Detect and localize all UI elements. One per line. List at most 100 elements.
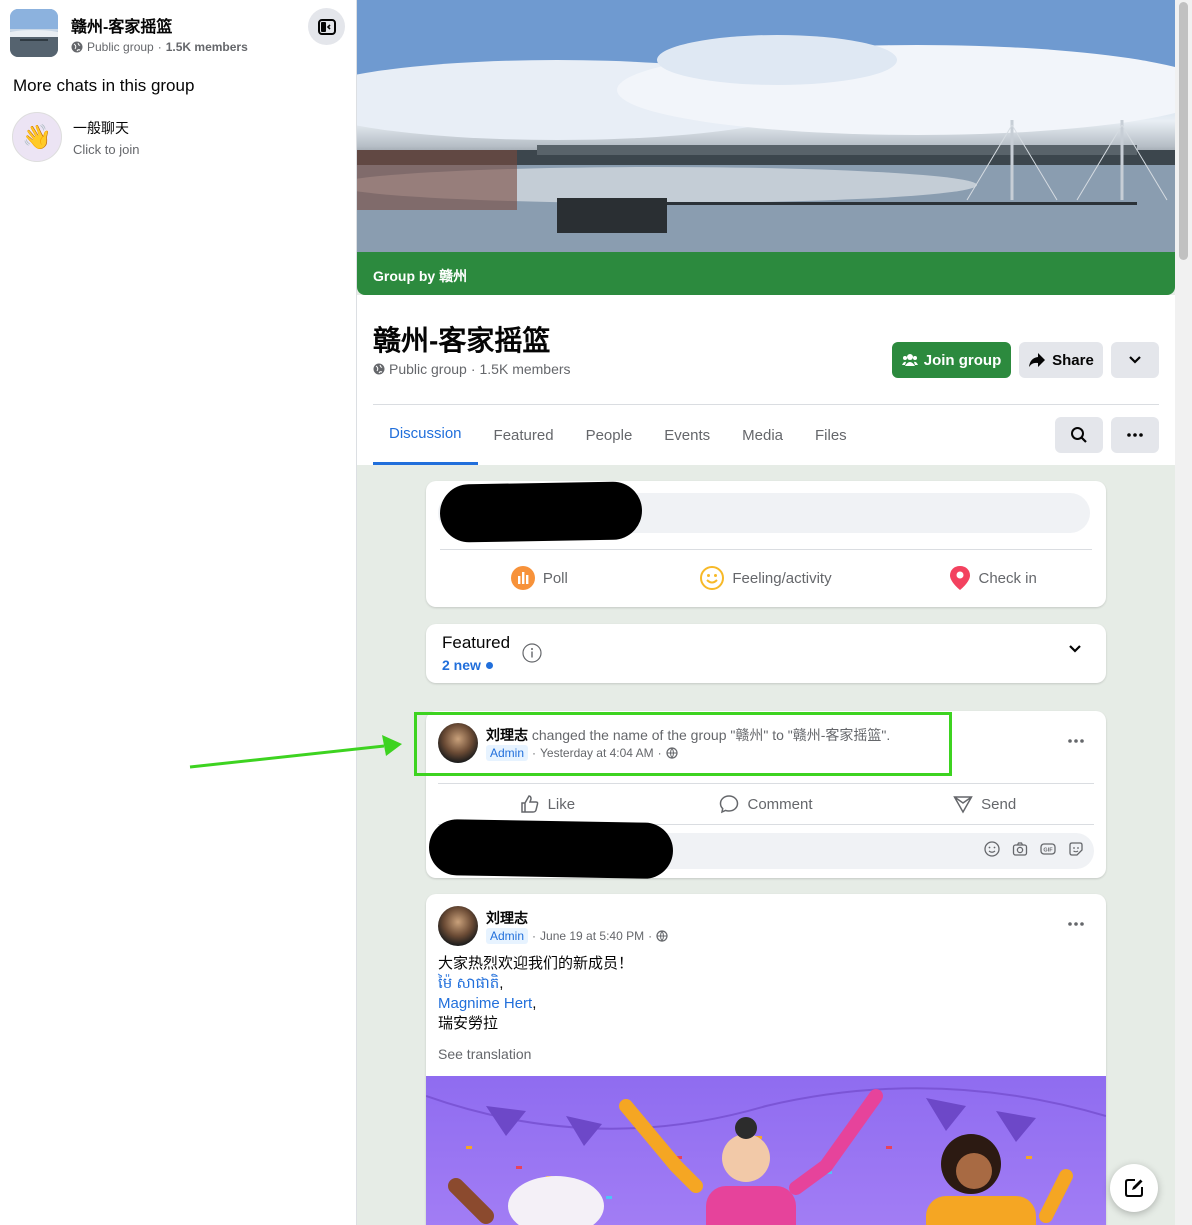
post-composer: Poll Feeling/activity Check in xyxy=(426,481,1106,607)
welcome-illustration[interactable] xyxy=(426,1076,1106,1225)
featured-new-label: 2 new xyxy=(442,657,481,673)
thumbs-up-icon xyxy=(520,795,538,813)
group-meta: Public group · 1.5K members xyxy=(373,361,571,377)
post-header-text: 刘理志 xyxy=(486,908,528,928)
sidebar-group-header[interactable]: 赣州-客家摇篮 Public group · 1.5K members xyxy=(10,8,350,58)
sidebar-group-title: 赣州-客家摇篮 xyxy=(71,18,173,36)
share-button[interactable]: Share xyxy=(1019,342,1103,378)
author-name[interactable]: 刘理志 xyxy=(486,910,528,926)
info-icon[interactable] xyxy=(522,643,542,663)
people-icon xyxy=(901,354,918,366)
camera-icon[interactable] xyxy=(1012,841,1028,857)
collapse-sidebar-button[interactable] xyxy=(308,8,345,45)
sidebar-group-meta: Public group · 1.5K members xyxy=(71,40,248,54)
post-body: 大家热烈欢迎我们的新成员！ ម៉ៃ សាផាតិ, Magnime Hert, … xyxy=(438,955,634,1032)
sticker-icon[interactable] xyxy=(1068,841,1084,857)
comment-label: Comment xyxy=(747,795,813,813)
post-time[interactable]: Yesterday at 4:04 AM xyxy=(540,746,654,760)
post-header-text: 刘理志 changed the name of the group "赣州" t… xyxy=(486,725,890,745)
post-options-button[interactable] xyxy=(1062,727,1090,755)
page-title: 赣州-客家摇篮 xyxy=(373,325,551,356)
check-in-button[interactable]: Check in xyxy=(879,561,1106,595)
sidebar-group-members: 1.5K members xyxy=(165,39,248,54)
globe-icon xyxy=(656,930,668,942)
share-label: Share xyxy=(1052,351,1094,369)
chevron-down-icon[interactable] xyxy=(1068,644,1082,654)
post-meta: Admin · Yesterday at 4:04 AM · xyxy=(486,745,678,761)
send-button[interactable]: Send xyxy=(875,789,1094,819)
cover-photo xyxy=(357,0,1175,252)
member-mention[interactable]: Magnime Hert xyxy=(438,995,532,1012)
tab-events[interactable]: Events xyxy=(648,405,726,465)
search-icon xyxy=(1071,427,1087,443)
compose-icon xyxy=(1125,1179,1143,1197)
feeling-icon xyxy=(700,566,725,590)
sidebar-toggle-icon xyxy=(317,18,336,35)
feeling-label: Feeling/activity xyxy=(732,569,832,587)
composer-divider xyxy=(440,549,1092,550)
tab-people[interactable]: People xyxy=(570,405,649,465)
chat-item-general[interactable]: 👋 一般聊天 Click to join xyxy=(12,110,342,164)
scrollbar-thumb[interactable] xyxy=(1179,2,1188,260)
comment-tools: GIF xyxy=(984,841,1084,857)
pointer-arrow-icon xyxy=(189,735,402,769)
tab-files[interactable]: Files xyxy=(799,405,863,465)
post-options-button[interactable] xyxy=(1062,910,1090,938)
group-tabs: Discussion Featured People Events Media … xyxy=(373,405,863,465)
emoji-icon[interactable] xyxy=(984,841,1000,857)
author-name[interactable]: 刘理志 xyxy=(486,727,528,743)
comment-button[interactable]: Comment xyxy=(657,789,876,819)
post-body-line: 大家热烈欢迎我们的新成员！ xyxy=(438,955,634,972)
member-mention[interactable]: ម៉ៃ សាផាតិ xyxy=(438,975,499,992)
post-action-text: changed the name of the group "赣州" to "赣… xyxy=(528,727,891,743)
check-in-label: Check in xyxy=(978,569,1037,587)
unread-dot xyxy=(485,661,493,669)
new-message-button[interactable] xyxy=(1110,1164,1158,1212)
admin-badge: Admin xyxy=(486,745,529,761)
more-actions-button[interactable] xyxy=(1111,417,1159,453)
chat-subtitle: Click to join xyxy=(73,141,140,157)
post-time[interactable]: June 19 at 5:40 PM xyxy=(540,929,644,943)
gif-icon[interactable]: GIF xyxy=(1040,841,1056,857)
ellipsis-icon xyxy=(1127,433,1143,437)
post-body-line: 瑞安勞拉 xyxy=(438,1015,499,1032)
comment-bubble-icon xyxy=(720,795,739,814)
admin-badge: Admin xyxy=(486,928,529,944)
like-button[interactable]: Like xyxy=(438,789,657,819)
tab-featured[interactable]: Featured xyxy=(478,405,570,465)
poll-button[interactable]: Poll xyxy=(426,561,653,595)
send-icon xyxy=(953,796,973,814)
sidebar-group-privacy: Public group xyxy=(87,39,154,54)
ellipsis-icon xyxy=(1068,739,1084,743)
post-actions: Like Comment Send xyxy=(438,789,1094,819)
group-members[interactable]: 1.5K members xyxy=(480,361,571,377)
join-group-button[interactable]: Join group xyxy=(892,342,1011,378)
more-options-button[interactable] xyxy=(1111,342,1159,378)
left-sidebar: 赣州-客家摇篮 Public group · 1.5K members More… xyxy=(0,0,357,1225)
globe-icon xyxy=(373,363,385,375)
group-owner-band[interactable]: Group by 赣州 xyxy=(357,252,1175,295)
ellipsis-icon xyxy=(1068,922,1084,926)
post-divider xyxy=(438,783,1094,784)
page-scrollbar[interactable] xyxy=(1175,0,1192,1225)
poll-icon xyxy=(510,566,535,590)
tab-discussion[interactable]: Discussion xyxy=(373,405,478,465)
globe-icon xyxy=(666,747,678,759)
featured-new-count: 2 new xyxy=(442,657,493,673)
author-avatar[interactable] xyxy=(438,723,478,763)
author-avatar[interactable] xyxy=(438,906,478,946)
featured-title: Featured xyxy=(442,633,511,652)
join-group-label: Join group xyxy=(923,351,1002,369)
send-label: Send xyxy=(981,795,1017,813)
feeling-activity-button[interactable]: Feeling/activity xyxy=(653,561,880,595)
tab-media[interactable]: Media xyxy=(726,405,799,465)
featured-section[interactable]: Featured 2 new xyxy=(426,624,1106,683)
post-meta: Admin · June 19 at 5:40 PM · xyxy=(486,928,668,944)
share-arrow-icon xyxy=(1029,353,1046,367)
search-button[interactable] xyxy=(1055,417,1103,453)
poll-label: Poll xyxy=(542,569,568,587)
globe-icon xyxy=(71,41,83,52)
post-group-renamed: 刘理志 changed the name of the group "赣州" t… xyxy=(426,711,1106,880)
see-translation-link[interactable]: See translation xyxy=(438,1046,531,1062)
group-privacy[interactable]: Public group xyxy=(389,361,467,377)
